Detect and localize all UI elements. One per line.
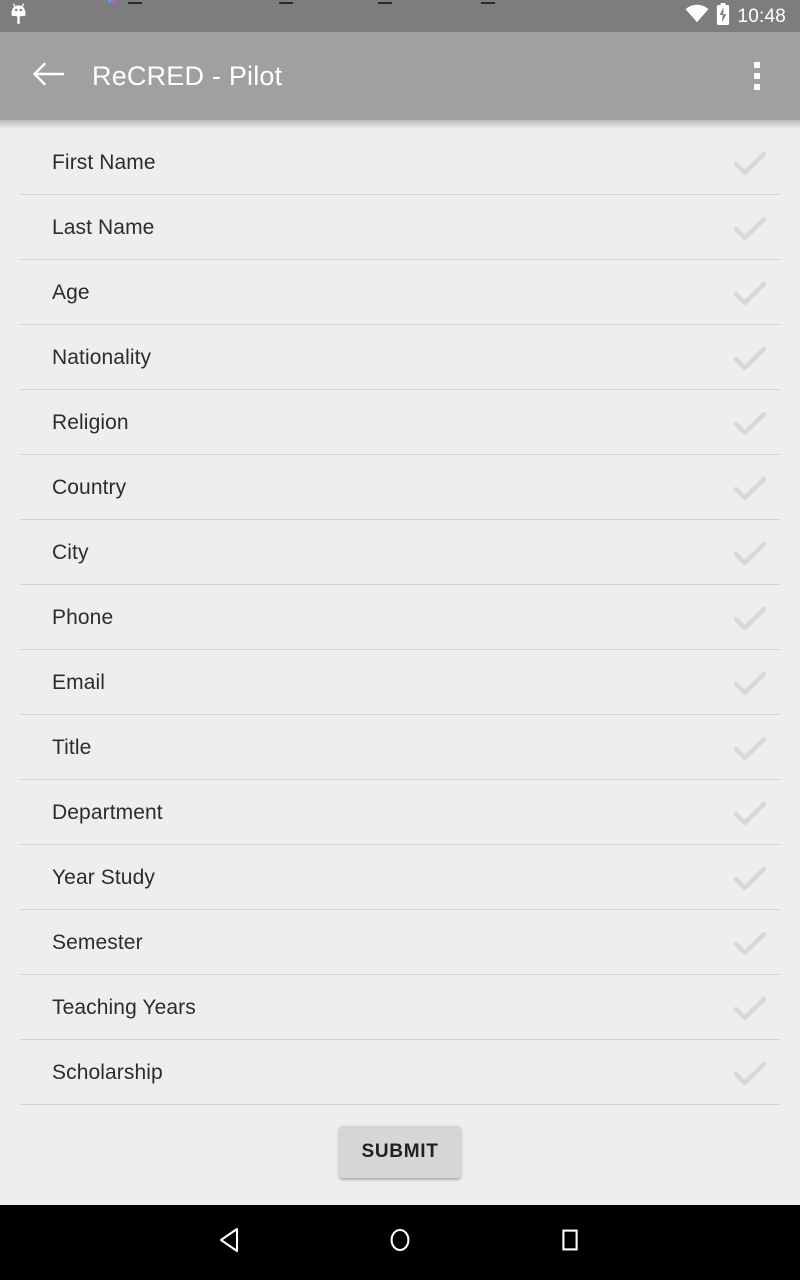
page-title: ReCRED - Pilot xyxy=(92,60,283,91)
nav-back-triangle-icon xyxy=(217,1226,243,1259)
list-item-label: Age xyxy=(52,280,90,304)
check-icon[interactable] xyxy=(728,726,772,770)
nav-home-button[interactable] xyxy=(315,1205,485,1280)
list-item[interactable]: Phone xyxy=(0,585,800,650)
list-item[interactable]: City xyxy=(0,520,800,585)
check-icon[interactable] xyxy=(728,856,772,900)
arrow-left-icon xyxy=(32,61,65,92)
attribute-list: First Name Last Name Age Nationality Religio… xyxy=(0,120,800,1105)
list-item-label: Religion xyxy=(52,410,129,434)
check-icon[interactable] xyxy=(728,336,772,380)
list-item-label: Nationality xyxy=(52,345,152,369)
more-vertical-icon-dot xyxy=(754,84,760,90)
nav-back-button[interactable] xyxy=(145,1205,315,1280)
list-item-label: First Name xyxy=(52,150,156,174)
status-bar-system-icons: 10:48 xyxy=(685,2,786,30)
list-item[interactable]: Title xyxy=(0,715,800,780)
list-item[interactable]: Last Name xyxy=(0,195,800,260)
form-content: First Name Last Name Age Nationality Religio… xyxy=(0,120,800,1205)
app-bar: ReCRED - Pilot xyxy=(0,32,800,120)
phone-screen: 10:48 ReCRED - Pilot First Name Last Name… xyxy=(0,0,800,1280)
status-bar: 10:48 xyxy=(0,0,800,32)
list-item-label: Email xyxy=(52,670,106,694)
check-icon[interactable] xyxy=(728,596,772,640)
list-item[interactable]: Year Study xyxy=(0,845,800,910)
status-bar-notifications xyxy=(10,2,27,30)
list-item-label: Title xyxy=(52,735,92,759)
wifi-icon xyxy=(685,4,709,28)
list-item[interactable]: Scholarship xyxy=(0,1040,800,1105)
android-navigation-bar xyxy=(0,1205,800,1280)
list-item-label: Country xyxy=(52,475,127,499)
submit-area: SUBMIT xyxy=(0,1105,800,1178)
nav-home-circle-icon xyxy=(387,1226,413,1259)
check-icon[interactable] xyxy=(728,206,772,250)
nav-recents-square-icon xyxy=(557,1226,583,1259)
list-item[interactable]: Teaching Years xyxy=(0,975,800,1040)
status-bar-clock: 10:48 xyxy=(737,5,786,27)
check-icon[interactable] xyxy=(728,921,772,965)
submit-button[interactable]: SUBMIT xyxy=(339,1126,461,1178)
check-icon[interactable] xyxy=(728,531,772,575)
check-icon[interactable] xyxy=(728,141,772,185)
status-bar-artifacts xyxy=(0,0,800,4)
check-icon[interactable] xyxy=(728,661,772,705)
list-item[interactable]: Country xyxy=(0,455,800,520)
list-item-label: Department xyxy=(52,800,163,824)
check-icon[interactable] xyxy=(728,271,772,315)
list-item[interactable]: Age xyxy=(0,260,800,325)
list-item[interactable]: Nationality xyxy=(0,325,800,390)
list-item[interactable]: Religion xyxy=(0,390,800,455)
check-icon[interactable] xyxy=(728,986,772,1030)
list-item-label: Semester xyxy=(52,930,143,954)
list-item-label: Scholarship xyxy=(52,1060,163,1084)
list-item[interactable]: Semester xyxy=(0,910,800,975)
list-item[interactable]: Email xyxy=(0,650,800,715)
check-icon[interactable] xyxy=(728,401,772,445)
more-vertical-icon-dot xyxy=(754,73,760,79)
list-item[interactable]: First Name xyxy=(0,130,800,195)
list-item[interactable]: Department xyxy=(0,780,800,845)
android-robot-icon xyxy=(10,2,27,30)
nav-recents-button[interactable] xyxy=(485,1205,655,1280)
back-button[interactable] xyxy=(26,54,70,98)
check-icon[interactable] xyxy=(728,791,772,835)
list-item-label: City xyxy=(52,540,89,564)
list-item-label: Last Name xyxy=(52,215,155,239)
battery-charging-icon xyxy=(716,2,730,30)
list-item-label: Teaching Years xyxy=(52,995,196,1019)
list-item-label: Year Study xyxy=(52,865,155,889)
check-icon[interactable] xyxy=(728,466,772,510)
more-vertical-icon-dot xyxy=(754,62,760,68)
overflow-menu-button[interactable] xyxy=(736,52,778,100)
list-item-label: Phone xyxy=(52,605,114,629)
check-icon[interactable] xyxy=(728,1051,772,1095)
